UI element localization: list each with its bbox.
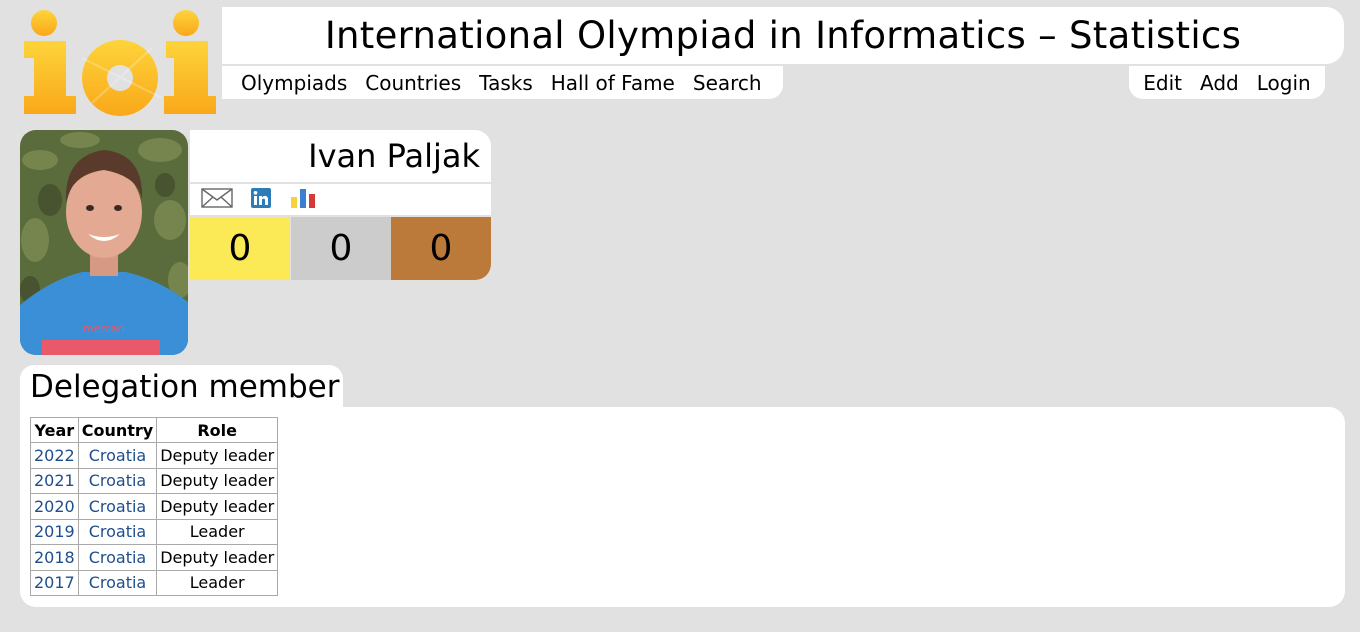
nav-search[interactable]: Search — [693, 71, 762, 95]
linkedin-icon[interactable] — [251, 187, 271, 212]
role-cell: Leader — [156, 518, 279, 545]
year-link[interactable]: 2018 — [30, 544, 79, 571]
column-header-role: Role — [156, 417, 279, 443]
country-link[interactable]: Croatia — [77, 442, 158, 469]
page-title: International Olympiad in Informatics – … — [222, 7, 1344, 64]
bronze-count-value: 0 — [429, 228, 453, 269]
person-name: Ivan Paljak — [190, 130, 491, 182]
table-row: 2020 Croatia Deputy leader — [30, 493, 279, 520]
person-name-text: Ivan Paljak — [308, 137, 480, 175]
year-link[interactable]: 2017 — [30, 569, 79, 596]
role-cell: Leader — [156, 569, 279, 596]
silver-medal-count: 0 — [291, 217, 391, 280]
column-header-country: Country — [77, 417, 158, 443]
ioi-logo[interactable] — [22, 8, 218, 116]
country-link[interactable]: Croatia — [77, 467, 158, 494]
table-row: 2021 Croatia Deputy leader — [30, 467, 279, 494]
table-row: 2019 Croatia Leader — [30, 518, 279, 545]
gold-count-value: 0 — [228, 228, 252, 269]
year-link[interactable]: 2022 — [30, 442, 79, 469]
profile-photo: mercari — [20, 130, 188, 355]
role-cell: Deputy leader — [156, 493, 279, 520]
column-header-year: Year — [30, 417, 79, 443]
section-heading: Delegation member — [20, 365, 343, 409]
contact-icons — [190, 184, 491, 215]
stats-icon[interactable] — [289, 188, 317, 212]
nav-edit[interactable]: Edit — [1143, 71, 1182, 95]
page-title-text: International Olympiad in Informatics – … — [324, 14, 1242, 57]
country-link[interactable]: Croatia — [77, 569, 158, 596]
delegation-table: Year Country Role 2022 Croatia Deputy le… — [30, 417, 279, 596]
nav-add[interactable]: Add — [1200, 71, 1239, 95]
table-row: 2018 Croatia Deputy leader — [30, 544, 279, 571]
country-link[interactable]: Croatia — [77, 518, 158, 545]
country-link[interactable]: Croatia — [77, 493, 158, 520]
nav-login[interactable]: Login — [1257, 71, 1311, 95]
mail-icon[interactable] — [201, 187, 233, 212]
table-header-row: Year Country Role — [30, 417, 279, 443]
svg-text:mercari: mercari — [83, 322, 125, 335]
role-cell: Deputy leader — [156, 544, 279, 571]
year-link[interactable]: 2020 — [30, 493, 79, 520]
main-nav: Olympiads Countries Tasks Hall of Fame S… — [222, 66, 783, 99]
nav-olympiads[interactable]: Olympiads — [241, 71, 347, 95]
section-heading-text: Delegation member — [30, 369, 340, 405]
year-link[interactable]: 2021 — [30, 467, 79, 494]
nav-tasks[interactable]: Tasks — [479, 71, 533, 95]
table-row: 2017 Croatia Leader — [30, 569, 279, 596]
silver-count-value: 0 — [329, 228, 353, 269]
bronze-medal-count: 0 — [391, 217, 491, 280]
nav-hall-of-fame[interactable]: Hall of Fame — [551, 71, 675, 95]
role-cell: Deputy leader — [156, 467, 279, 494]
gold-medal-count: 0 — [190, 217, 290, 280]
table-row: 2022 Croatia Deputy leader — [30, 442, 279, 469]
country-link[interactable]: Croatia — [77, 544, 158, 571]
user-nav: Edit Add Login — [1129, 66, 1325, 99]
year-link[interactable]: 2019 — [30, 518, 79, 545]
nav-countries[interactable]: Countries — [365, 71, 461, 95]
role-cell: Deputy leader — [156, 442, 279, 469]
